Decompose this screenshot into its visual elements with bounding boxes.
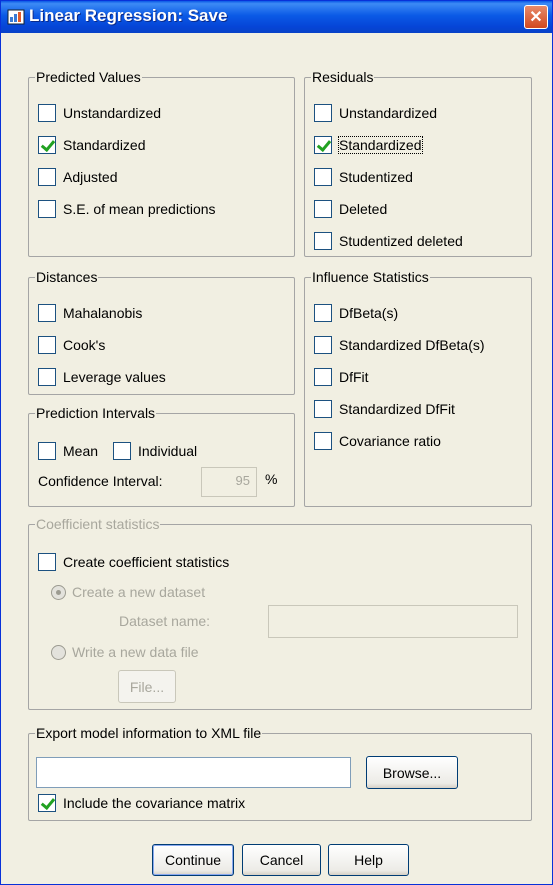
help-button[interactable]: Help [328,844,409,876]
dataset-name-label: Dataset name: [119,613,211,629]
res-studentized-deleted-label: Studentized deleted [339,233,463,249]
inf-std-dffit-checkbox[interactable] [314,400,332,418]
include-cov-label: Include the covariance matrix [63,795,246,811]
create-coefficient-option[interactable]: Create coefficient statistics [38,553,229,571]
new-dataset-radio[interactable] [51,584,66,600]
res-deleted-option[interactable]: Deleted [314,200,387,218]
window-title: Linear Regression: Save [29,6,228,25]
create-coefficient-label: Create coefficient statistics [63,554,230,570]
inf-dffit-label: DfFit [339,369,369,385]
coefficient-statistics-label: Coefficient statistics [35,516,161,532]
close-icon: ✕ [529,9,543,26]
inf-dffit-option[interactable]: DfFit [314,368,369,386]
res-standardized-checkbox[interactable] [314,136,332,154]
continue-button[interactable]: Continue [152,844,234,876]
pred-se-checkbox[interactable] [38,200,56,218]
res-studentized-deleted-checkbox[interactable] [314,232,332,250]
dist-leverage-label: Leverage values [63,369,166,385]
inf-covratio-checkbox[interactable] [314,432,332,450]
percent-sign-row: % [265,471,277,487]
create-coefficient-checkbox[interactable] [38,553,56,571]
inf-std-dffit-option[interactable]: Standardized DfFit [314,400,455,418]
inf-std-dfbeta-checkbox[interactable] [314,336,332,354]
dist-cooks-checkbox[interactable] [38,336,56,354]
pi-mean-option[interactable]: Mean [38,442,98,460]
new-dataset-label: Create a new dataset [72,584,206,600]
inf-std-dfbeta-label: Standardized DfBeta(s) [339,337,485,353]
pred-se-option[interactable]: S.E. of mean predictions [38,200,216,218]
xml-path-input[interactable] [36,757,351,788]
export-xml-label: Export model information to XML file [35,725,263,741]
percent-sign: % [265,471,278,487]
pred-se-label: S.E. of mean predictions [63,201,216,217]
prediction-intervals-label: Prediction Intervals [35,405,157,421]
cancel-button[interactable]: Cancel [242,844,321,876]
browse-button[interactable]: Browse... [366,756,458,789]
dist-cooks-option[interactable]: Cook's [38,336,105,354]
inf-dfbeta-label: DfBeta(s) [339,305,399,321]
dist-mahalanobis-label: Mahalanobis [63,305,143,321]
pi-mean-label: Mean [63,443,99,459]
dist-leverage-option[interactable]: Leverage values [38,368,166,386]
file-button[interactable]: File... [118,670,176,703]
pred-adjusted-label: Adjusted [63,169,118,185]
write-file-label: Write a new data file [72,644,199,660]
res-unstandardized-option[interactable]: Unstandardized [314,104,437,122]
pred-unstandardized-checkbox[interactable] [38,104,56,122]
dist-mahalanobis-option[interactable]: Mahalanobis [38,304,142,322]
include-cov-checkbox[interactable] [38,794,56,812]
res-studentized-deleted-option[interactable]: Studentized deleted [314,232,463,250]
inf-dfbeta-option[interactable]: DfBeta(s) [314,304,398,322]
pi-confidence-label-row: Confidence Interval: [38,473,163,489]
pi-individual-checkbox[interactable] [113,442,131,460]
pi-individual-label: Individual [138,443,198,459]
pred-standardized-option[interactable]: Standardized [38,136,146,154]
dist-mahalanobis-checkbox[interactable] [38,304,56,322]
pred-adjusted-checkbox[interactable] [38,168,56,186]
res-deleted-label: Deleted [339,201,388,217]
res-deleted-checkbox[interactable] [314,200,332,218]
regression-app-icon [7,9,25,25]
dataset-name-label-row: Dataset name: [119,613,210,629]
dialog-window: Linear Regression: Save ✕ Predicted Valu… [0,0,553,885]
close-button[interactable]: ✕ [524,5,548,29]
inf-covratio-label: Covariance ratio [339,433,441,449]
residuals-label: Residuals [311,69,375,85]
pred-standardized-label: Standardized [63,137,146,153]
res-unstandardized-checkbox[interactable] [314,104,332,122]
dataset-name-input[interactable] [268,605,518,638]
new-dataset-option[interactable]: Create a new dataset [51,584,205,600]
inf-std-dfbeta-option[interactable]: Standardized DfBeta(s) [314,336,485,354]
inf-std-dffit-label: Standardized DfFit [339,401,455,417]
predicted-values-label: Predicted Values [35,69,142,85]
pi-mean-checkbox[interactable] [38,442,56,460]
distances-label: Distances [35,269,99,285]
pi-individual-option[interactable]: Individual [113,442,197,460]
pi-confidence-label: Confidence Interval: [38,473,163,489]
title-bar[interactable]: Linear Regression: Save ✕ [1,1,552,33]
write-file-option[interactable]: Write a new data file [51,644,199,660]
influence-label: Influence Statistics [311,269,430,285]
include-cov-option[interactable]: Include the covariance matrix [38,794,245,812]
res-studentized-checkbox[interactable] [314,168,332,186]
confidence-interval-input[interactable]: 95 [201,467,257,497]
dist-leverage-checkbox[interactable] [38,368,56,386]
inf-dffit-checkbox[interactable] [314,368,332,386]
res-unstandardized-label: Unstandardized [339,105,438,121]
write-file-radio[interactable] [51,644,66,660]
pred-unstandardized-label: Unstandardized [63,105,162,121]
pred-standardized-checkbox[interactable] [38,136,56,154]
pred-unstandardized-option[interactable]: Unstandardized [38,104,161,122]
inf-covratio-option[interactable]: Covariance ratio [314,432,441,450]
res-studentized-option[interactable]: Studentized [314,168,413,186]
res-studentized-label: Studentized [339,169,413,185]
dist-cooks-label: Cook's [63,337,106,353]
res-standardized-option[interactable]: Standardized [314,136,423,154]
inf-dfbeta-checkbox[interactable] [314,304,332,322]
pred-adjusted-option[interactable]: Adjusted [38,168,117,186]
res-standardized-label: Standardized [338,136,423,154]
